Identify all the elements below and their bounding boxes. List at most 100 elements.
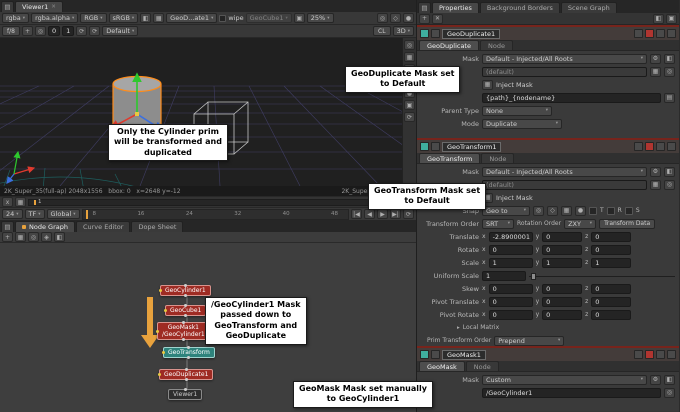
current-frame-marker[interactable] [34,200,36,205]
skew-x-field[interactable]: 0 [489,284,533,294]
frame-all-icon[interactable]: ◎ [28,232,39,242]
disable-flag-icon[interactable] [645,29,654,38]
skip-end-button[interactable]: ▶| [390,209,401,219]
channel-select[interactable]: rgba▾ [2,13,29,23]
play-button[interactable]: ▶ [377,209,388,219]
pick-icon[interactable]: ◎ [664,180,675,190]
tab-viewer1[interactable]: Viewer1 ✕ [15,1,63,12]
node-color-swatch[interactable] [420,29,429,38]
clear-cache-icon[interactable]: x [2,197,13,207]
expand-toggle-icon[interactable] [431,350,440,359]
pivot-translate-y-field[interactable]: 0 [542,297,582,307]
grid-view-icon[interactable]: ▦ [153,13,164,23]
transform-data-button[interactable]: Transform Data [599,219,655,229]
bypass-icon[interactable] [634,29,643,38]
disable-flag-icon[interactable] [645,350,654,359]
snap-scale-toggle[interactable] [625,207,633,215]
mask-select[interactable]: Default - Injected/All Roots▾ [482,167,647,177]
pick-color-icon[interactable]: ◎ [35,26,46,36]
node-geotransform[interactable]: GeoTransform [163,347,215,358]
lock-icon[interactable] [656,142,665,151]
colorspace-select[interactable]: sRGB▾ [109,13,139,23]
grid-toggle-icon[interactable]: ▦ [404,52,415,62]
menu-icon[interactable] [667,29,676,38]
browse-icon[interactable]: ▦ [650,180,661,190]
pivot-translate-z-field[interactable]: 0 [591,297,631,307]
snap-center-icon[interactable]: ● [575,206,586,216]
tab-dope-sheet[interactable]: Dope Sheet [131,221,183,232]
snapshot-icon[interactable]: ● [403,13,414,23]
node-name-field[interactable]: GeoDuplicate1 [442,29,500,39]
camera-icon[interactable]: ▣ [404,100,415,110]
remove-icon[interactable]: ✕ [432,14,443,24]
expand-toggle-icon[interactable] [431,29,440,38]
skip-start-button[interactable]: |◀ [351,209,362,219]
gain-field[interactable]: 1 [62,26,74,36]
tf-select[interactable]: TF▾ [25,209,45,219]
lut-select[interactable]: Default▾ [102,26,138,36]
snap-icon[interactable]: ◈ [41,232,52,242]
viewport[interactable]: 0.1 [0,38,416,186]
compare-mode-icon[interactable]: ▣ [294,13,305,23]
node-geomask1[interactable]: GeoMask1/GeoCylinder1 [157,322,210,340]
inject-mask-label[interactable]: Inject Mask [496,81,533,89]
panel-menu-icon[interactable]: ▤ [418,2,431,13]
cl-toggle[interactable]: CL [373,26,391,36]
edit-icon[interactable]: ◧ [664,167,675,177]
step-back-button[interactable]: ◀ [364,209,375,219]
layer-select[interactable]: rgba.alpha▾ [31,13,78,23]
uniform-scale-slider[interactable] [529,271,675,281]
node-name-field[interactable]: GeoMask1 [442,350,486,360]
skew-z-field[interactable]: 0 [591,284,631,294]
panel-menu-icon[interactable]: ▤ [1,1,14,12]
zoom-select[interactable]: 25%▾ [307,13,334,23]
fps-select[interactable]: 24▾ [2,209,23,219]
panel-menu-icon[interactable]: ▤ [1,221,14,232]
snap-vertex-icon[interactable]: ◇ [547,206,558,216]
mask-select[interactable]: Default - Injected/All Roots▾ [482,54,647,64]
pin-icon[interactable]: ◧ [653,14,664,24]
snap-rotate-toggle[interactable] [607,207,615,215]
node-geoduplicate1[interactable]: GeoDuplicate1 [159,369,213,380]
rotate-x-field[interactable]: 0 [489,245,533,255]
cache-mode-icon[interactable]: ▦ [15,197,26,207]
tab-properties[interactable]: Properties [432,2,479,13]
layout-icon[interactable]: ▦ [15,232,26,242]
scale-x-field[interactable]: 1 [489,258,533,268]
refresh-icon[interactable]: ⟳ [404,112,415,122]
snap-grid-icon[interactable]: ▦ [561,206,572,216]
node-color-swatch[interactable] [420,350,429,359]
display-channel-select[interactable]: RGB▾ [80,13,106,23]
add-icon[interactable]: + [419,14,430,24]
gear-icon[interactable]: ⚙ [650,54,661,64]
add-exposure-icon[interactable]: + [22,26,33,36]
local-matrix-label[interactable]: Local Matrix [463,324,499,331]
tab-node-graph[interactable]: Node Graph [15,221,75,232]
reset-gain-icon[interactable]: ⟳ [89,26,100,36]
tab-scene-graph[interactable]: Scene Graph [561,2,617,13]
snap-mode-select[interactable]: Geo to▾ [482,206,530,216]
name-template-field[interactable]: {path}_{nodename} [482,93,661,103]
menu-icon[interactable] [667,350,676,359]
pick-icon[interactable]: ◎ [664,67,675,77]
bypass-icon[interactable] [634,350,643,359]
select-tool-icon[interactable]: ◎ [404,40,415,50]
exposure-button[interactable]: f/8 [2,26,20,36]
token-menu-icon[interactable]: ▤ [664,93,675,103]
tab-background-borders[interactable]: Background Borders [480,2,560,13]
tab-geotransform[interactable]: GeoTransform [419,153,480,163]
timeline-ruler[interactable]: 8 16 24 32 40 48 [82,209,349,220]
node-geocube1[interactable]: GeoCube1 [165,305,206,316]
node-geocylinder1[interactable]: GeoCylinder1 [160,285,211,296]
wipe-checkbox[interactable] [219,15,226,22]
parent-type-select[interactable]: None▾ [482,106,552,116]
mask-select[interactable]: Custom▾ [482,375,647,385]
lock-icon[interactable] [656,29,665,38]
node-color-swatch[interactable] [420,142,429,151]
tab-node[interactable]: Node [480,40,513,50]
rotate-z-field[interactable]: 0 [591,245,631,255]
gamma-field[interactable]: 0 [48,26,60,36]
slider-handle[interactable] [531,273,536,280]
mask-default-field[interactable]: (default) [482,180,647,190]
snap-target-icon[interactable]: ◎ [533,206,544,216]
